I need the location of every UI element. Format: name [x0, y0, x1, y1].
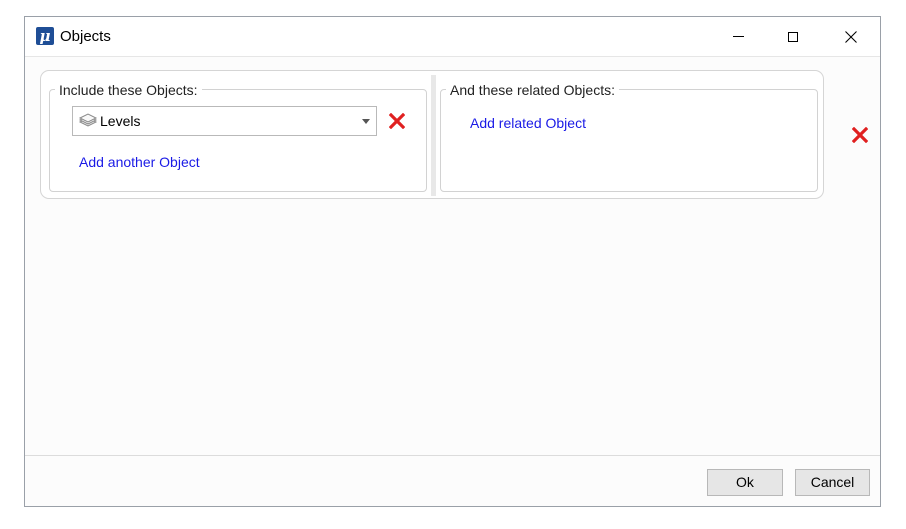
related-objects-legend: And these related Objects:	[446, 81, 619, 99]
minimize-icon	[732, 36, 744, 37]
cancel-button[interactable]: Cancel	[795, 469, 870, 496]
add-related-object-link[interactable]: Add related Object	[470, 114, 586, 132]
include-objects-group: Include these Objects: Levels Add anothe…	[49, 81, 427, 192]
minimize-button[interactable]	[715, 17, 761, 56]
ok-button[interactable]: Ok	[707, 469, 783, 496]
related-objects-group: And these related Objects: Add related O…	[440, 81, 818, 192]
close-icon	[845, 30, 857, 43]
object-group: Include these Objects: Levels Add anothe…	[40, 70, 824, 199]
levels-stack-icon	[78, 113, 98, 127]
title-bar[interactable]: μ Objects	[25, 17, 880, 57]
object-type-value: Levels	[100, 113, 141, 129]
app-icon: μ	[36, 27, 54, 45]
maximize-icon	[788, 31, 798, 42]
remove-object-icon[interactable]	[389, 113, 405, 129]
objects-dialog: μ Objects Include these Objects: Levels …	[24, 16, 881, 507]
remove-group-icon[interactable]	[852, 127, 868, 143]
dialog-footer: Ok Cancel	[25, 455, 880, 506]
add-another-object-link[interactable]: Add another Object	[79, 153, 200, 171]
chevron-down-icon[interactable]	[362, 119, 370, 124]
window-title: Objects	[60, 28, 111, 45]
close-button[interactable]	[828, 17, 874, 56]
include-objects-legend: Include these Objects:	[55, 81, 202, 99]
maximize-button[interactable]	[770, 17, 816, 56]
splitter-handle[interactable]	[431, 75, 436, 196]
object-type-select[interactable]: Levels	[72, 106, 377, 136]
